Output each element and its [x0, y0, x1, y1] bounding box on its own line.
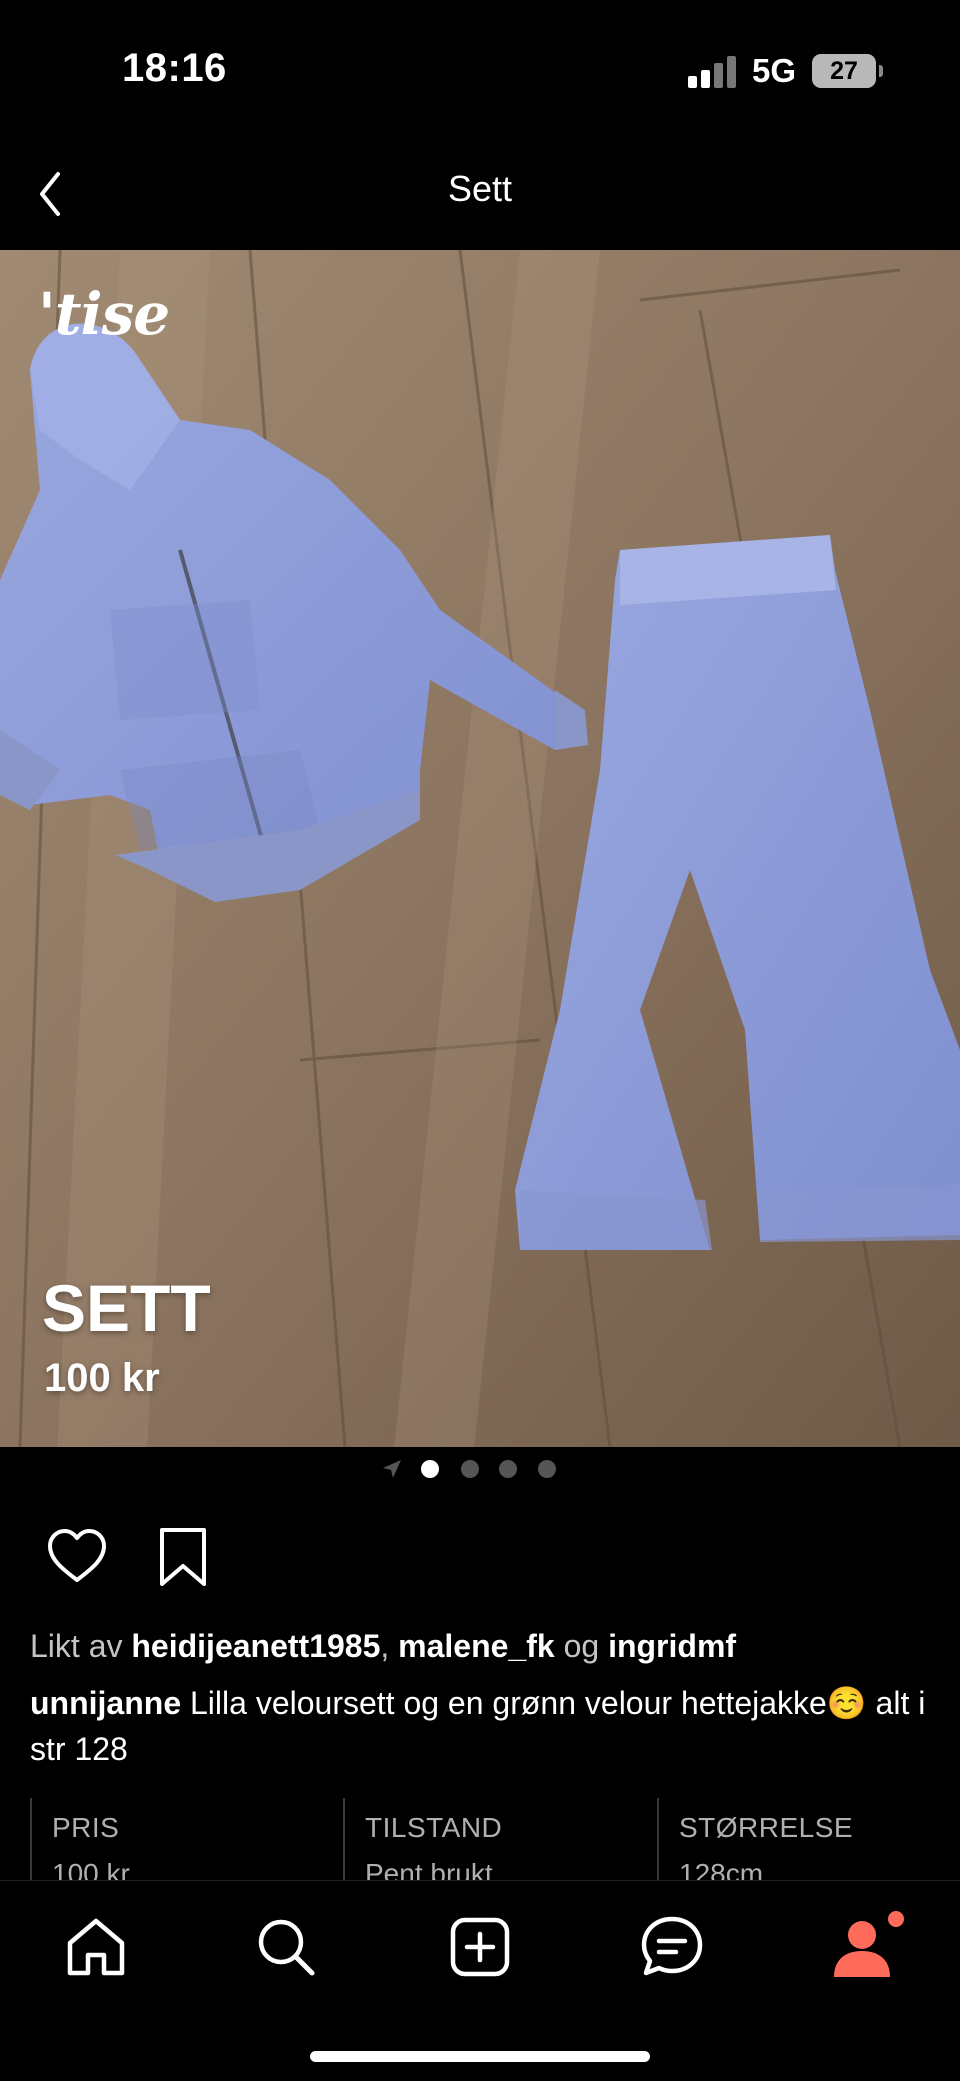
liked-by-text: Likt av heidijeanett1985, malene_fk og i… [30, 1628, 736, 1665]
navigation-bar: Sett [0, 140, 960, 250]
liker-username[interactable]: malene_fk [398, 1628, 555, 1664]
image-pagination [0, 1450, 960, 1486]
detail-label: TILSTAND [365, 1812, 503, 1843]
like-button[interactable] [44, 1524, 110, 1590]
bookmark-button[interactable] [150, 1524, 216, 1590]
home-icon [67, 1918, 125, 1976]
listing-price: 100 kr [44, 1356, 160, 1400]
status-bar: 18:16 5G 27 [0, 0, 960, 140]
liked-by-conjunction: og [563, 1628, 600, 1664]
detail-value: 128cm [679, 1858, 764, 1880]
tab-search[interactable] [250, 1911, 322, 1983]
profile-icon [834, 1911, 904, 1977]
liker-username[interactable]: ingridmf [608, 1628, 736, 1664]
detail-label: STØRRELSE [679, 1812, 854, 1843]
product-image [0, 250, 960, 1447]
signal-icon [688, 56, 736, 88]
listing-title: SETT [42, 1271, 211, 1345]
tab-bar [0, 1880, 960, 2081]
action-bar [0, 1520, 960, 1600]
notification-dot [888, 1911, 904, 1927]
home-indicator [310, 2051, 650, 2062]
tab-home[interactable] [60, 1911, 132, 1983]
tab-profile[interactable] [826, 1911, 904, 1983]
heart-icon [48, 1529, 106, 1582]
pagination-dot[interactable] [538, 1460, 556, 1478]
brand-watermark: 'tise [38, 280, 170, 348]
search-icon [258, 1919, 315, 1976]
liker-username[interactable]: heidijeanett1985 [131, 1628, 380, 1664]
battery-icon: 27 [812, 54, 883, 88]
page-title: Sett [447, 168, 513, 209]
listing-details: PRIS 100 kr TILSTAND Pent brukt STØRRELS… [0, 1798, 960, 1880]
tab-messages[interactable] [636, 1911, 708, 1983]
detail-label: PRIS [52, 1812, 120, 1843]
pagination-dot[interactable] [461, 1460, 479, 1478]
detail-price: PRIS 100 kr [30, 1798, 130, 1880]
status-time: 18:16 [122, 46, 227, 90]
detail-condition: TILSTAND Pent brukt [343, 1798, 502, 1880]
liker-separator: , [380, 1628, 390, 1664]
detail-value: 100 kr [52, 1858, 130, 1880]
network-label: 5G [752, 52, 797, 89]
seller-username[interactable]: unnijanne [30, 1685, 181, 1721]
bookmark-icon [160, 1528, 206, 1586]
liked-by-prefix: Likt av [30, 1628, 123, 1664]
pagination-dot[interactable] [421, 1460, 439, 1478]
location-arrow-icon [383, 1460, 401, 1478]
add-icon [450, 1917, 510, 1977]
pagination-dot[interactable] [499, 1460, 517, 1478]
listing-photo[interactable]: 'tise SETT 100 kr [0, 250, 960, 1447]
tab-add-listing[interactable] [444, 1911, 516, 1983]
detail-size: STØRRELSE 128cm [657, 1798, 853, 1880]
chat-icon [641, 1916, 703, 1976]
listing-caption: unnijanne Lilla veloursett og en grønn v… [30, 1680, 940, 1772]
detail-value: Pent brukt [365, 1858, 493, 1880]
